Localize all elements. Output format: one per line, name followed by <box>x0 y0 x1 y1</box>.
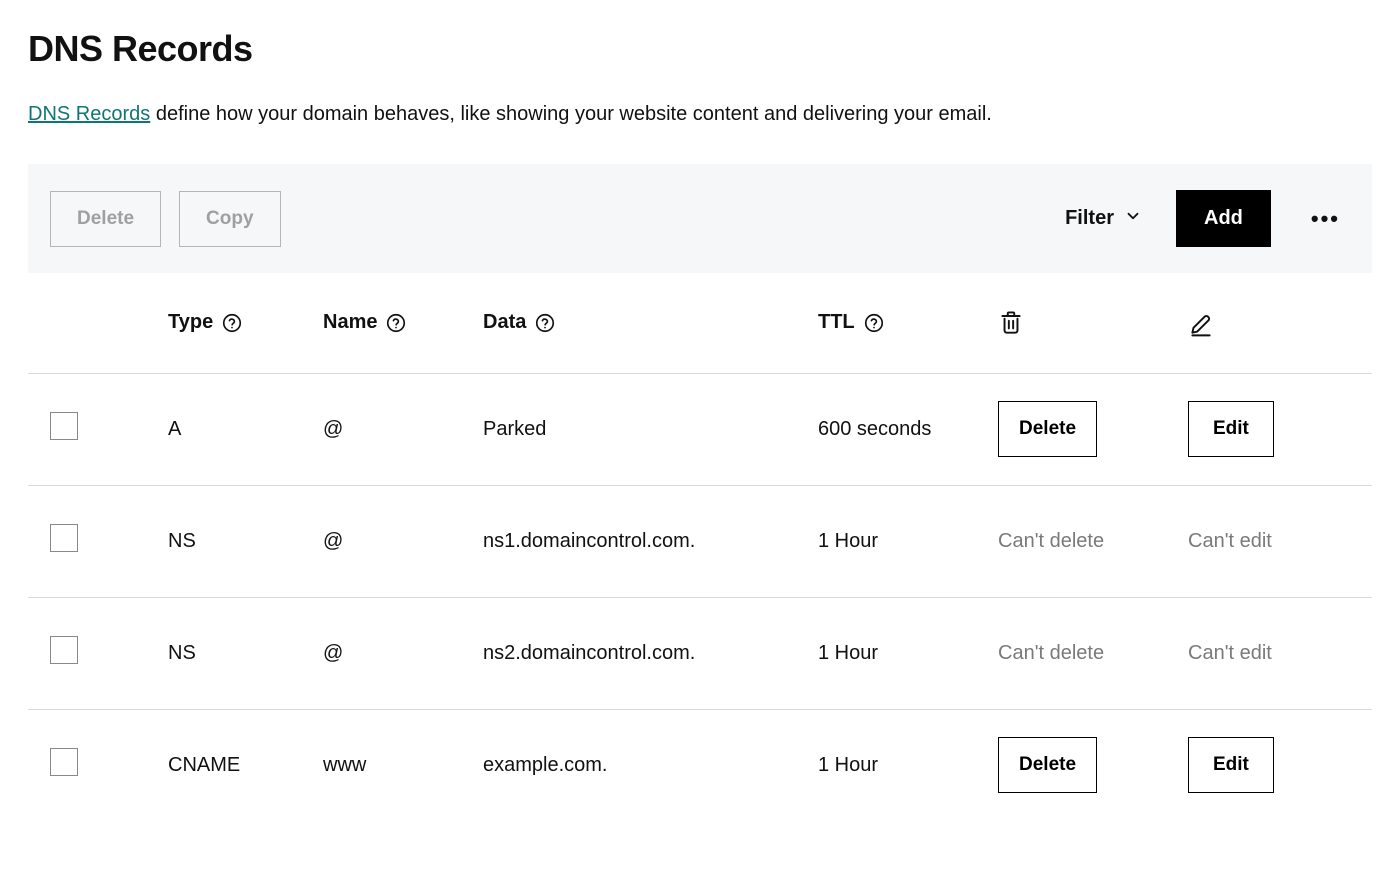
cell-ttl: 1 Hour <box>818 485 998 597</box>
table-row: CNAMEwwwexample.com.1 HourDelete Edit <box>28 709 1372 821</box>
help-icon[interactable] <box>221 312 243 334</box>
column-header-ttl-label: TTL <box>818 311 855 334</box>
bulk-delete-button[interactable]: Delete <box>50 191 161 247</box>
row-checkbox[interactable] <box>50 412 78 440</box>
row-delete-disabled-label: Can't delete <box>998 642 1104 664</box>
row-delete-button[interactable]: Delete <box>998 401 1097 457</box>
table-row: NS@ns1.domaincontrol.com.1 HourCan't del… <box>28 485 1372 597</box>
page-title: DNS Records <box>28 28 1372 70</box>
row-edit-button[interactable]: Edit <box>1188 737 1274 793</box>
column-header-data: Data <box>483 273 818 373</box>
filter-dropdown[interactable]: Filter <box>1065 207 1142 231</box>
more-menu-icon[interactable]: ••• <box>1305 206 1346 232</box>
column-header-ttl: TTL <box>818 273 998 373</box>
cell-data: example.com. <box>483 709 818 821</box>
table-row: A@Parked600 secondsDelete Edit <box>28 373 1372 485</box>
pencil-icon <box>1188 309 1372 337</box>
column-header-delete <box>998 273 1188 373</box>
cell-data: ns2.domaincontrol.com. <box>483 597 818 709</box>
cell-name: @ <box>323 485 483 597</box>
cell-type: NS <box>168 597 323 709</box>
row-edit-button[interactable]: Edit <box>1188 401 1274 457</box>
add-record-button[interactable]: Add <box>1176 190 1271 247</box>
row-edit-disabled-label: Can't edit <box>1188 642 1272 664</box>
column-header-type-label: Type <box>168 311 213 334</box>
trash-icon <box>998 309 1188 337</box>
cell-data: Parked <box>483 373 818 485</box>
dns-records-link[interactable]: DNS Records <box>28 103 150 125</box>
page-description: DNS Records define how your domain behav… <box>28 100 1372 128</box>
filter-label: Filter <box>1065 207 1114 230</box>
row-checkbox[interactable] <box>50 636 78 664</box>
row-edit-disabled-label: Can't edit <box>1188 530 1272 552</box>
cell-type: CNAME <box>168 709 323 821</box>
column-header-data-label: Data <box>483 311 526 334</box>
cell-name: @ <box>323 597 483 709</box>
column-header-edit <box>1188 273 1372 373</box>
cell-ttl: 1 Hour <box>818 709 998 821</box>
column-header-name: Name <box>323 273 483 373</box>
bulk-copy-button[interactable]: Copy <box>179 191 281 247</box>
column-header-type: Type <box>168 273 323 373</box>
cell-ttl: 1 Hour <box>818 597 998 709</box>
help-icon[interactable] <box>534 312 556 334</box>
cell-ttl: 600 seconds <box>818 373 998 485</box>
row-checkbox[interactable] <box>50 748 78 776</box>
cell-name: @ <box>323 373 483 485</box>
chevron-down-icon <box>1124 207 1142 231</box>
row-delete-button[interactable]: Delete <box>998 737 1097 793</box>
help-icon[interactable] <box>863 312 885 334</box>
toolbar: Delete Copy Filter Add ••• <box>28 164 1372 273</box>
row-checkbox[interactable] <box>50 524 78 552</box>
cell-data: ns1.domaincontrol.com. <box>483 485 818 597</box>
cell-type: A <box>168 373 323 485</box>
table-row: NS@ns2.domaincontrol.com.1 HourCan't del… <box>28 597 1372 709</box>
column-header-name-label: Name <box>323 311 377 334</box>
page-description-rest: define how your domain behaves, like sho… <box>150 103 992 125</box>
cell-name: www <box>323 709 483 821</box>
row-delete-disabled-label: Can't delete <box>998 530 1104 552</box>
dns-records-table: Type Name Data <box>28 273 1372 821</box>
help-icon[interactable] <box>385 312 407 334</box>
cell-type: NS <box>168 485 323 597</box>
